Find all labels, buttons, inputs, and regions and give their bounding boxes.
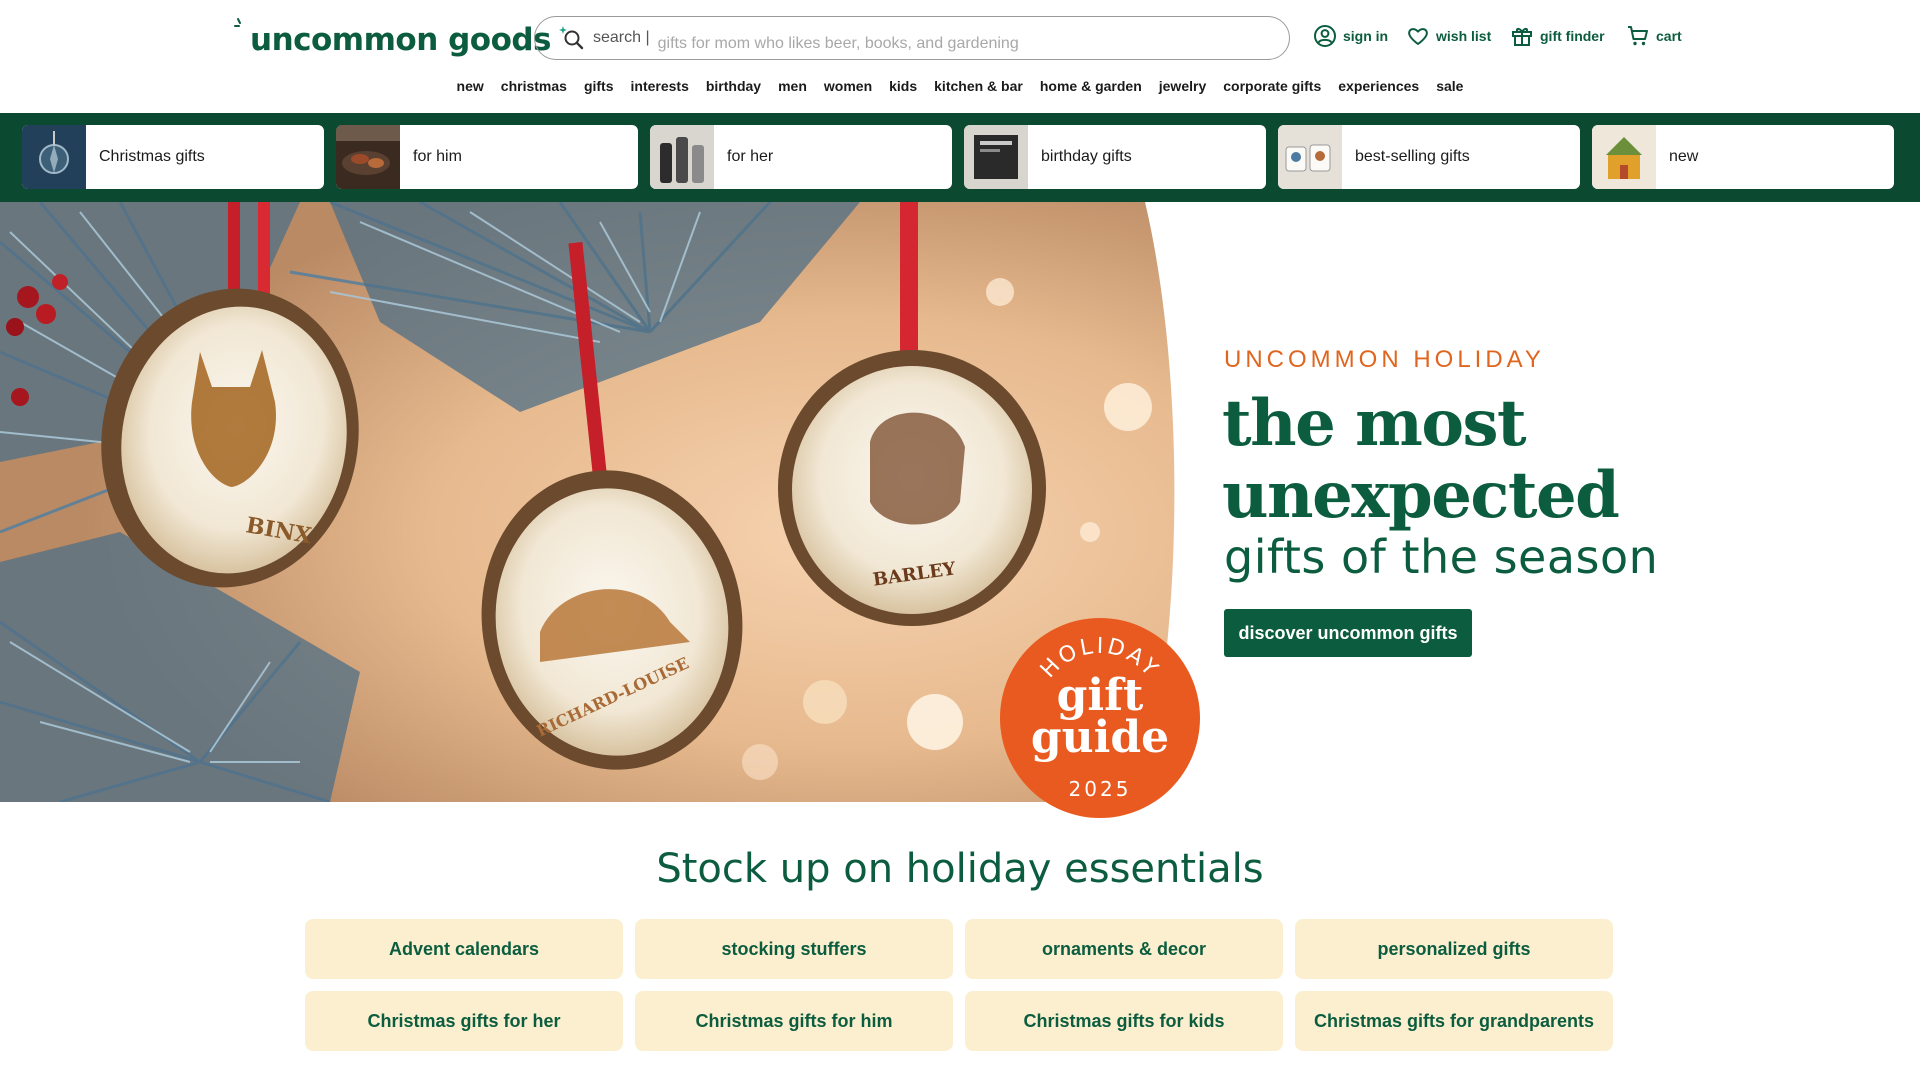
search-placeholder[interactable]: gifts for mom who likes beer, books, and…: [658, 23, 1019, 53]
site-logo[interactable]: uncommon goods: [234, 18, 552, 62]
nav-item-home-garden[interactable]: home & garden: [1040, 78, 1142, 94]
essentials-gifts-for-her-button[interactable]: Christmas gifts for her: [305, 991, 623, 1051]
nav-item-women[interactable]: women: [824, 78, 872, 94]
essentials-gifts-for-kids-button[interactable]: Christmas gifts for kids: [965, 991, 1283, 1051]
category-label: Christmas gifts: [99, 148, 205, 165]
christmas-ornament-thumbnail: [22, 125, 86, 189]
badge-line2: guide: [1031, 712, 1169, 763]
nav-item-kitchen-bar[interactable]: kitchen & bar: [934, 78, 1023, 94]
category-card-new[interactable]: new: [1592, 125, 1894, 189]
holiday-gift-guide-badge: HOLIDAY gift guide 2025: [1000, 618, 1200, 818]
essentials-stocking-stuffers-button[interactable]: stocking stuffers: [635, 919, 953, 979]
badge-year: 2025: [1069, 777, 1132, 801]
nav-item-corporate-gifts[interactable]: corporate gifts: [1223, 78, 1321, 94]
nav-item-men[interactable]: men: [778, 78, 807, 94]
heart-icon: [1408, 28, 1428, 45]
essentials-advent-calendars-button[interactable]: Advent calendars: [305, 919, 623, 979]
bottle-set-thumbnail: [650, 125, 714, 189]
grill-food-thumbnail: [336, 125, 400, 189]
nav-item-jewelry[interactable]: jewelry: [1159, 78, 1206, 94]
nav-item-birthday[interactable]: birthday: [706, 78, 761, 94]
category-card-for-him[interactable]: for him: [336, 125, 638, 189]
category-label: birthday gifts: [1041, 148, 1132, 165]
wish-list-label: wish list: [1436, 28, 1492, 44]
nav-item-kids[interactable]: kids: [889, 78, 917, 94]
user-circle-icon: [1314, 25, 1336, 47]
category-label: for her: [727, 148, 774, 165]
sign-in-label: sign in: [1343, 28, 1389, 44]
cart-icon: [1628, 26, 1648, 46]
nav-item-gifts[interactable]: gifts: [584, 78, 614, 94]
essentials-personalized-gifts-button[interactable]: personalized gifts: [1295, 919, 1613, 979]
discover-gifts-button[interactable]: discover uncommon gifts: [1224, 609, 1472, 657]
essentials-gifts-for-grandparents-button[interactable]: Christmas gifts for grandparents: [1295, 991, 1613, 1051]
search-icon: [557, 24, 585, 52]
main-nav: new christmas gifts interests birthday m…: [0, 78, 1920, 94]
hero-eyebrow: UNCOMMON HOLIDAY: [1224, 346, 1545, 373]
gift-icon: [1512, 28, 1532, 46]
book-box-thumbnail: [964, 125, 1028, 189]
category-card-for-her[interactable]: for her: [650, 125, 952, 189]
nav-item-new[interactable]: new: [457, 78, 484, 94]
logo-spark-icon: [234, 18, 241, 27]
category-card-christmas-gifts[interactable]: Christmas gifts: [22, 125, 324, 189]
search-label: search |: [593, 29, 650, 46]
nav-item-christmas[interactable]: christmas: [501, 78, 567, 94]
nav-item-interests[interactable]: interests: [631, 78, 689, 94]
sign-in-link[interactable]: sign in: [1313, 24, 1388, 48]
stained-glass-house-thumbnail: [1592, 125, 1656, 189]
nav-item-sale[interactable]: sale: [1436, 78, 1463, 94]
site-header: uncommon goods search | gifts for mom wh…: [0, 0, 1920, 113]
essentials-grid: Advent calendars stocking stuffers ornam…: [305, 919, 1615, 1051]
category-card-birthday-gifts[interactable]: birthday gifts: [964, 125, 1266, 189]
logo-text: uncommon goods: [250, 22, 552, 58]
essentials-gifts-for-him-button[interactable]: Christmas gifts for him: [635, 991, 953, 1051]
category-label: new: [1669, 148, 1699, 165]
essentials-title: Stock up on holiday essentials: [656, 846, 1264, 892]
cart-link[interactable]: cart: [1626, 24, 1682, 48]
wish-list-link[interactable]: wish list: [1406, 24, 1491, 48]
essentials-ornaments-decor-button[interactable]: ornaments & decor: [965, 919, 1283, 979]
cart-label: cart: [1656, 28, 1682, 44]
category-card-best-selling-gifts[interactable]: best-selling gifts: [1278, 125, 1580, 189]
category-label: for him: [413, 148, 462, 165]
hero-subheadline: gifts of the season: [1224, 530, 1659, 584]
gift-finder-link[interactable]: gift finder: [1510, 24, 1605, 48]
category-bar: Christmas gifts for him for her birthday…: [0, 113, 1920, 202]
nav-item-experiences[interactable]: experiences: [1338, 78, 1419, 94]
mugs-thumbnail: [1278, 125, 1342, 189]
search-bar[interactable]: search | gifts for mom who likes beer, b…: [534, 16, 1290, 60]
gift-finder-label: gift finder: [1540, 28, 1605, 44]
category-label: best-selling gifts: [1355, 148, 1470, 165]
hero-headline: the most unexpected: [1222, 386, 1620, 533]
